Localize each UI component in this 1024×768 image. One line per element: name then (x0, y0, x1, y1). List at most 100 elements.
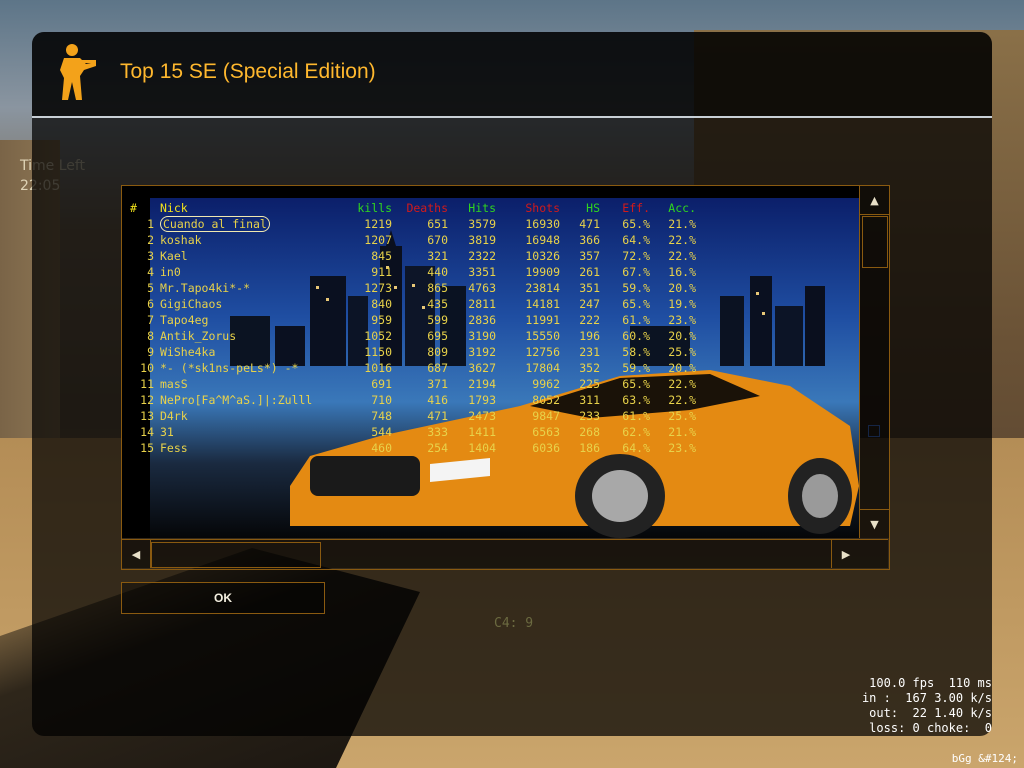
stats-cell-kills: 1052 (364, 329, 392, 343)
stats-row: 3 Kael 845 321 2322 10326 357 72.% 22.% (130, 248, 696, 264)
stats-row: 6 GigiChaos 840 435 2811 14181 247 65.% 19.% (130, 296, 696, 312)
stats-cell-eff: 64.% (622, 441, 650, 455)
stats-cell-eff: 58.% (622, 345, 650, 359)
stats-cell-hs: 225 (579, 377, 600, 391)
stats-row: 13 D4rk 748 471 2473 9847 233 61.% 25.% (130, 408, 696, 424)
stats-cell-shots: 14181 (525, 297, 560, 311)
stats-cell-kills: 710 (371, 393, 392, 407)
stats-cell-acc: 16.% (668, 265, 696, 279)
stats-cell-hits: 2322 (468, 249, 496, 263)
stats-cell-nick: D4rk (160, 409, 188, 423)
scroll-down-button[interactable]: ▼ (860, 509, 889, 538)
stats-cell-kills: 1273 (364, 281, 392, 295)
stats-cell-shots: 17804 (525, 361, 560, 375)
stats-cell-hs: 231 (579, 345, 600, 359)
stats-cell-deaths: 321 (427, 249, 448, 263)
netgraph: 100.0 fps 110 ms in : 167 3.00 k/s out: 22… (862, 676, 992, 736)
stats-cell-eff: 61.% (622, 409, 650, 423)
stats-cell-acc: 20.% (668, 281, 696, 295)
stats-cell-acc: 25.% (668, 345, 696, 359)
stats-cell-acc: 25.% (668, 409, 696, 423)
stats-cell-eff: 61.% (622, 313, 650, 327)
stats-cell-nick: koshak (160, 233, 202, 247)
stats-cell-acc: 22.% (668, 393, 696, 407)
stats-cell-kills: 1016 (364, 361, 392, 375)
stats-cell-acc: 22.% (668, 233, 696, 247)
stats-cell-deaths: 371 (427, 377, 448, 391)
stats-cell-deaths: 416 (427, 393, 448, 407)
stats-cell-kills: 1150 (364, 345, 392, 359)
stats-cell-shots: 11991 (525, 313, 560, 327)
stats-cell-hits: 3192 (468, 345, 496, 359)
stats-row: 9 WiShe4ka 1150 809 3192 12756 231 58.% 25.% (130, 344, 696, 360)
stats-cell-shots: 9847 (532, 409, 560, 423)
stats-cell-hits: 1411 (468, 425, 496, 439)
stats-row: 4 in0 911 440 3351 19909 261 67.% 16.% (130, 264, 696, 280)
stats-cell-eff: 59.% (622, 361, 650, 375)
stats-cell-hs: 261 (579, 265, 600, 279)
stats-cell-kills: 1207 (364, 233, 392, 247)
stats-cell-hs: 186 (579, 441, 600, 455)
stats-cell-acc: 20.% (668, 361, 696, 375)
stats-cell-nick: in0 (160, 265, 181, 279)
stats-cell-nick: GigiChaos (160, 297, 223, 311)
stats-cell-shots: 8052 (532, 393, 560, 407)
corner-text: bGg &#124; (951, 752, 1018, 765)
stats-cell-hits: 2473 (468, 409, 496, 423)
stats-row: 15 Fess 460 254 1404 6036 186 64.% 23.% (130, 440, 696, 456)
stats-cell-acc: 21.% (668, 425, 696, 439)
stats-cell-hs: 268 (579, 425, 600, 439)
stats-cell-hits: 3351 (468, 265, 496, 279)
stats-cell-kills: 748 (371, 409, 392, 423)
stats-cell-hits: 3579 (468, 217, 496, 231)
stats-cell-nick: Tapo4eg (160, 313, 209, 327)
stats-cell-deaths: 695 (427, 329, 448, 343)
stats-cell-shots: 23814 (525, 281, 560, 295)
stats-cell-deaths: 865 (427, 281, 448, 295)
header-eff: Eff. (622, 201, 650, 215)
stats-cell-nick: Kael (160, 249, 188, 263)
horizontal-scroll-thumb[interactable] (151, 542, 321, 568)
stats-cell-hs: 196 (579, 329, 600, 343)
scroll-right-button[interactable]: ▶ (831, 540, 860, 568)
stats-cell-hs: 366 (579, 233, 600, 247)
ok-button[interactable]: OK (121, 582, 325, 614)
selected-nick: Cuando al final (160, 216, 270, 232)
stats-cell-hs: 222 (579, 313, 600, 327)
stats-cell-eff: 59.% (622, 281, 650, 295)
stats-cell-hits: 3627 (468, 361, 496, 375)
scroll-left-button[interactable]: ◀ (122, 540, 151, 568)
stats-cell-rank: 4 (147, 265, 154, 279)
stats-cell-nick: *- (*sk1ns-peLs*) -* (160, 361, 299, 375)
stats-cell-hits: 3819 (468, 233, 496, 247)
stats-cell-shots: 6036 (532, 441, 560, 455)
header-divider (32, 116, 992, 118)
stats-cell-deaths: 670 (427, 233, 448, 247)
netgraph-out: out: 22 1.40 k/s (869, 706, 992, 720)
stats-cell-rank: 3 (147, 249, 154, 263)
header-rank: # (130, 201, 137, 215)
horizontal-scrollbar[interactable]: ◀ ▶ (122, 539, 888, 568)
header-shots: Shots (525, 201, 560, 215)
stats-cell-hs: 311 (579, 393, 600, 407)
stats-cell-rank: 10 (140, 361, 154, 375)
stats-cell-eff: 63.% (622, 393, 650, 407)
stats-cell-nick: Fess (160, 441, 188, 455)
vertical-scrollbar[interactable]: ▲ ▼ (859, 186, 889, 538)
stats-cell-nick: masS (160, 377, 188, 391)
stats-row: 11 masS 691 371 2194 9962 225 65.% 22.% (130, 376, 696, 392)
stats-cell-hs: 352 (579, 361, 600, 375)
stats-cell-hs: 471 (579, 217, 600, 231)
stats-cell-eff: 72.% (622, 249, 650, 263)
stats-cell-rank: 12 (140, 393, 154, 407)
stats-cell-kills: 959 (371, 313, 392, 327)
stats-cell-rank: 2 (147, 233, 154, 247)
stats-cell-rank: 8 (147, 329, 154, 343)
stats-cell-hits: 3190 (468, 329, 496, 343)
vertical-scroll-thumb[interactable] (862, 216, 888, 268)
stats-cell-hits: 1404 (468, 441, 496, 455)
stats-cell-acc: 21.% (668, 217, 696, 231)
scroll-up-button[interactable]: ▲ (860, 186, 889, 215)
stats-cell-eff: 62.% (622, 425, 650, 439)
stats-cell-shots: 12756 (525, 345, 560, 359)
